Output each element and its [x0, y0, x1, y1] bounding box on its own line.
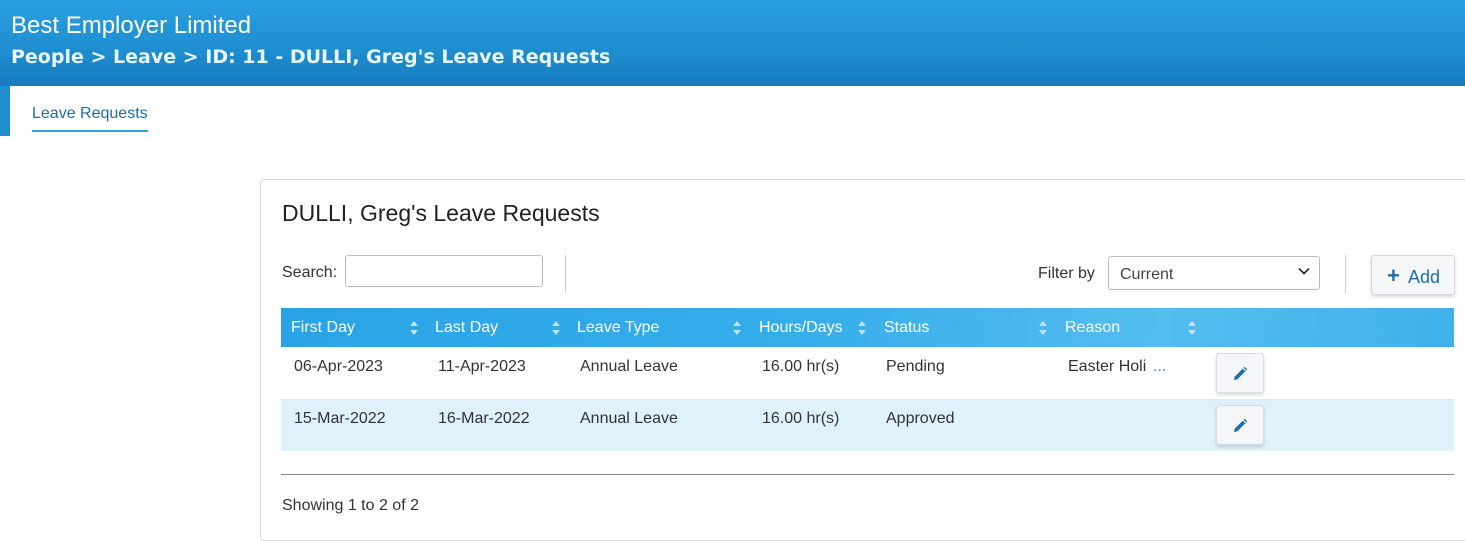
sort-icon[interactable] [733, 320, 741, 336]
cell-leave-type: Annual Leave [580, 358, 678, 375]
app-header: Best Employer Limited People > Leave > I… [0, 0, 1465, 86]
toolbar-divider [1345, 255, 1346, 293]
add-button-label: Add [1408, 267, 1441, 287]
cell-last-day: 11-Apr-2023 [438, 358, 526, 375]
edit-button[interactable] [1216, 405, 1264, 445]
app-title: Best Employer Limited [11, 12, 252, 39]
column-header-status[interactable]: Status [884, 319, 929, 337]
sort-icon[interactable] [410, 320, 418, 336]
column-header-hours-days[interactable]: Hours/Days [759, 319, 843, 337]
toolbar-divider [565, 255, 566, 293]
cell-status: Pending [886, 358, 945, 375]
table-header: First Day Last Day Leave Type Hours/Days… [281, 308, 1454, 347]
column-header-first-day[interactable]: First Day [291, 319, 355, 337]
cell-hours-days: 16.00 hr(s) [762, 410, 840, 427]
cell-hours-days: 16.00 hr(s) [762, 358, 840, 375]
cell-first-day: 06-Apr-2023 [294, 358, 383, 375]
breadcrumb[interactable]: People > Leave > ID: 11 - DULLI, Greg's … [11, 46, 610, 68]
header-left-stripe [0, 86, 10, 136]
sort-icon[interactable] [1039, 320, 1047, 336]
search-input[interactable] [345, 255, 543, 287]
sort-icon[interactable] [552, 320, 560, 336]
add-button[interactable]: + Add [1371, 255, 1455, 295]
filter-select[interactable]: Current [1108, 256, 1320, 290]
search-label: Search: [282, 264, 338, 281]
chevron-down-icon [1297, 264, 1311, 278]
pencil-icon [1234, 366, 1248, 380]
reason-more-link[interactable]: ... [1153, 358, 1166, 376]
table-bottom-rule [281, 474, 1454, 475]
cell-status: Approved [886, 410, 955, 427]
cell-first-day: 15-Mar-2022 [294, 410, 386, 427]
leave-requests-panel: DULLI, Greg's Leave Requests Search: Fil… [260, 179, 1465, 541]
pencil-icon [1234, 418, 1248, 432]
cell-leave-type: Annual Leave [580, 410, 678, 427]
filter-label: Filter by [1038, 265, 1095, 282]
table-row[interactable]: 15-Mar-2022 16-Mar-2022 Annual Leave 16.… [281, 400, 1454, 451]
tab-leave-requests[interactable]: Leave Requests [32, 105, 148, 132]
table-row[interactable]: 06-Apr-2023 11-Apr-2023 Annual Leave 16.… [281, 348, 1454, 400]
plus-icon: + [1387, 263, 1400, 288]
column-header-reason[interactable]: Reason [1065, 319, 1120, 337]
column-header-last-day[interactable]: Last Day [435, 319, 498, 337]
filter-selected-value: Current [1120, 266, 1174, 283]
column-header-leave-type[interactable]: Leave Type [577, 319, 659, 337]
sort-icon[interactable] [858, 320, 866, 336]
panel-title: DULLI, Greg's Leave Requests [282, 200, 600, 226]
pagination-info: Showing 1 to 2 of 2 [282, 497, 419, 514]
sort-icon[interactable] [1188, 320, 1196, 336]
tab-bar: Leave Requests [10, 86, 1465, 136]
cell-last-day: 16-Mar-2022 [438, 410, 530, 427]
cell-reason: Easter Holi [1068, 358, 1147, 375]
edit-button[interactable] [1216, 353, 1264, 393]
